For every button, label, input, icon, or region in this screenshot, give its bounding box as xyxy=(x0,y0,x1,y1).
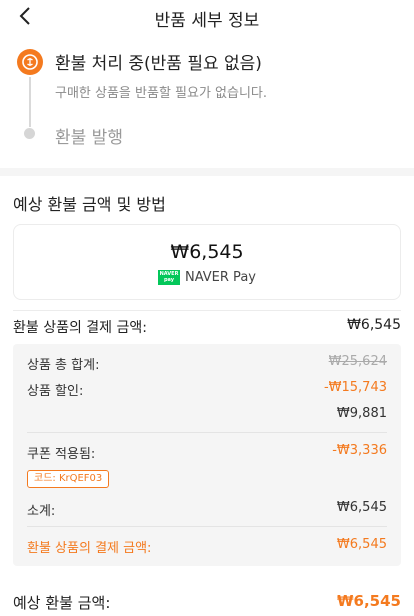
paid-amount-row: 환불 상품의 결제 금액: ₩6,545 xyxy=(13,317,401,337)
page-title: 반품 세부 정보 xyxy=(154,11,260,31)
step-current-description: 구매한 상품을 반품할 필요가 없습니다. xyxy=(55,86,268,101)
expected-refund-row: 예상 환불 금액: ₩6,545 xyxy=(13,590,401,612)
after-discount-value: ₩9,881 xyxy=(336,406,387,421)
refund-paid-value: ₩6,545 xyxy=(336,537,387,552)
coupon-code-badge: 코드: KrQEF03 xyxy=(27,470,110,488)
refund-amount: ₩6,545 xyxy=(170,241,244,263)
timeline-connector xyxy=(29,77,31,127)
coupon-value: -₩3,336 xyxy=(332,443,387,458)
header-bar: 반품 세부 정보 xyxy=(0,0,414,32)
divider xyxy=(13,310,401,311)
step-current-title: 환불 처리 중(반품 필요 없음) xyxy=(55,54,262,74)
discount-label: 상품 할인: xyxy=(27,384,84,399)
timeline-dot xyxy=(24,128,35,139)
paid-amount-value: ₩6,545 xyxy=(347,317,401,333)
subtotal-value: ₩25,624 xyxy=(328,354,387,369)
subtotal-label: 상품 총 합계: xyxy=(27,358,100,373)
section-title: 예상 환불 금액 및 방법 xyxy=(13,195,166,214)
discount-value: -₩15,743 xyxy=(323,380,387,395)
refund-summary-section: 예상 환불 금액 및 방법 ₩6,545 NAVER pay NAVER Pay … xyxy=(0,176,414,616)
refund-status-timeline: 환불 처리 중(반품 필요 없음) 구매한 상품을 반품할 필요가 없습니다. … xyxy=(0,32,414,168)
divider xyxy=(27,526,387,527)
sum-value: ₩6,545 xyxy=(336,500,387,515)
refund-paid-label: 환불 상품의 결제 금액: xyxy=(27,541,152,556)
coupon-label: 쿠폰 적용됨: xyxy=(27,447,96,462)
sum-label: 소계: xyxy=(27,504,56,519)
expected-refund-value: ₩6,545 xyxy=(337,592,401,610)
expected-refund-label: 예상 환불 금액: xyxy=(13,594,111,612)
step-next-title: 환불 발행 xyxy=(55,128,123,148)
naver-pay-logo-icon: NAVER pay xyxy=(158,270,180,285)
refund-method-card: ₩6,545 NAVER pay NAVER Pay xyxy=(13,224,401,300)
refund-coin-icon xyxy=(17,49,43,75)
payment-method: NAVER pay NAVER Pay xyxy=(14,270,400,285)
price-breakdown: 상품 총 합계: ₩25,624 상품 할인: -₩15,743 ₩9,881 … xyxy=(13,344,401,566)
divider xyxy=(27,432,387,433)
payment-method-label: NAVER Pay xyxy=(185,270,256,285)
paid-amount-label: 환불 상품의 결제 금액: xyxy=(13,320,147,336)
